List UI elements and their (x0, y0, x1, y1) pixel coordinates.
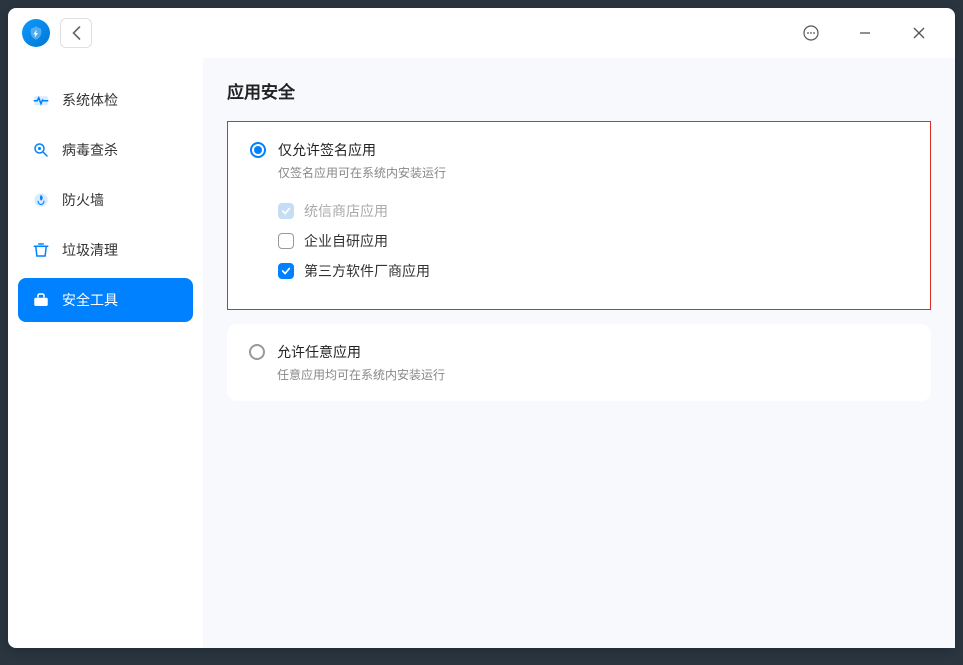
titlebar (8, 8, 955, 58)
back-button[interactable] (60, 18, 92, 48)
sidebar-item-label: 防火墙 (62, 190, 104, 210)
radio-description: 仅签名应用可在系统内安装运行 (278, 164, 446, 181)
checkbox-row-thirdparty-app[interactable]: 第三方软件厂商应用 (278, 261, 908, 281)
heartbeat-icon (32, 91, 50, 109)
checkbox[interactable] (278, 233, 294, 249)
checkbox (278, 203, 294, 219)
option-card-any-app: 允许任意应用 任意应用均可在系统内安装运行 (227, 324, 931, 401)
app-window: 系统体检 病毒查杀 防火墙 垃圾清理 (8, 8, 955, 648)
firewall-icon (32, 191, 50, 209)
main-panel: 应用安全 仅允许签名应用 仅签名应用可在系统内安装运行 统信商店应用 (203, 58, 955, 648)
sidebar-item-label: 垃圾清理 (62, 240, 118, 260)
sidebar-item-security-tools[interactable]: 安全工具 (18, 278, 193, 322)
checkbox-label: 企业自研应用 (304, 231, 388, 251)
trash-icon (32, 241, 50, 259)
app-logo-icon (22, 19, 50, 47)
sidebar-item-firewall[interactable]: 防火墙 (18, 178, 193, 222)
checkbox-label: 统信商店应用 (304, 201, 388, 221)
checkbox-group: 统信商店应用 企业自研应用 第三方软件厂商应用 (278, 201, 908, 281)
checkbox-row-store-app: 统信商店应用 (278, 201, 908, 221)
sidebar-item-system-check[interactable]: 系统体检 (18, 78, 193, 122)
sidebar-item-label: 安全工具 (62, 290, 118, 310)
sidebar-item-trash-clean[interactable]: 垃圾清理 (18, 228, 193, 272)
radio-title: 允许任意应用 (277, 342, 445, 362)
radio-button[interactable] (250, 142, 266, 158)
scan-icon (32, 141, 50, 159)
radio-option-signed-only[interactable]: 仅允许签名应用 仅签名应用可在系统内安装运行 (250, 140, 908, 181)
toolbox-icon (32, 291, 50, 309)
radio-description: 任意应用均可在系统内安装运行 (277, 366, 445, 383)
radio-option-any-app[interactable]: 允许任意应用 任意应用均可在系统内安装运行 (249, 342, 909, 383)
content-area: 系统体检 病毒查杀 防火墙 垃圾清理 (8, 58, 955, 648)
option-card-signed-only: 仅允许签名应用 仅签名应用可在系统内安装运行 统信商店应用 企业自研应用 (227, 121, 931, 310)
checkbox[interactable] (278, 263, 294, 279)
close-button[interactable] (897, 13, 941, 53)
sidebar-item-virus-scan[interactable]: 病毒查杀 (18, 128, 193, 172)
sidebar-item-label: 系统体检 (62, 90, 118, 110)
page-title: 应用安全 (227, 78, 931, 103)
sidebar-item-label: 病毒查杀 (62, 140, 118, 160)
checkbox-row-enterprise-app[interactable]: 企业自研应用 (278, 231, 908, 251)
menu-button[interactable] (789, 13, 833, 53)
minimize-button[interactable] (843, 13, 887, 53)
radio-button[interactable] (249, 344, 265, 360)
checkbox-label: 第三方软件厂商应用 (304, 261, 430, 281)
sidebar: 系统体检 病毒查杀 防火墙 垃圾清理 (8, 58, 203, 648)
radio-title: 仅允许签名应用 (278, 140, 446, 160)
